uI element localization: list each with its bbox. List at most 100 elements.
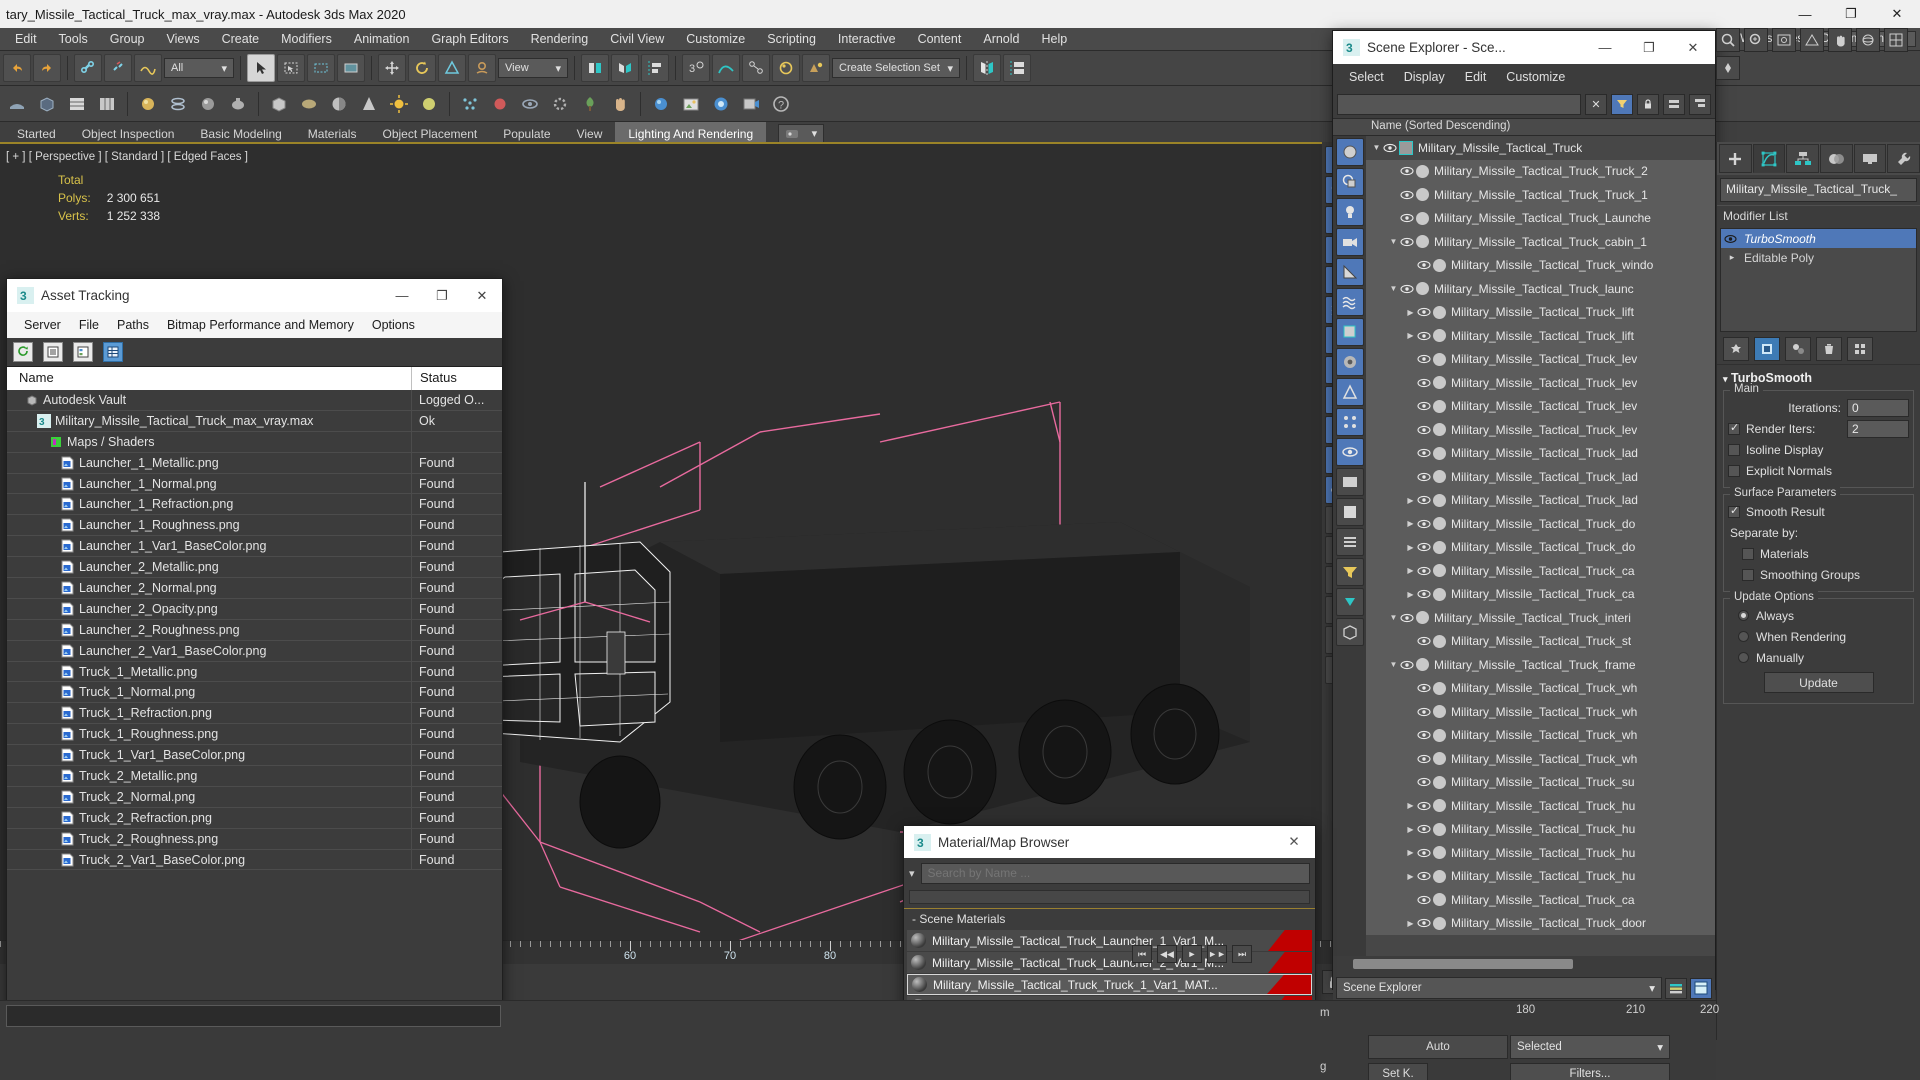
auto-key-button[interactable]: Auto <box>1368 1035 1508 1059</box>
zoom-all-icon[interactable] <box>1744 28 1768 52</box>
object-color-swatch[interactable] <box>1433 352 1446 366</box>
unlink-selection-icon[interactable] <box>104 54 132 82</box>
materials-row[interactable]: Materials <box>1728 543 1909 564</box>
undo-icon[interactable] <box>3 54 31 82</box>
se-filter-groups-icon[interactable] <box>1335 378 1364 406</box>
remove-modifier-icon[interactable] <box>1816 336 1842 361</box>
select-and-rotate-icon[interactable] <box>408 54 436 82</box>
eye-icon[interactable] <box>1417 425 1433 435</box>
list-item[interactable]: ▶ Military_Missile_Tactical_Truck_hu <box>1366 817 1715 841</box>
chevron-down-icon[interactable]: ▼ <box>1387 284 1400 293</box>
eye-icon[interactable] <box>1417 401 1433 411</box>
object-color-swatch[interactable] <box>1416 164 1429 178</box>
object-color-swatch[interactable] <box>1433 869 1446 883</box>
at-menu-bitmap-performance[interactable]: Bitmap Performance and Memory <box>158 318 363 332</box>
table-row[interactable]: Launcher_1_Var1_BaseColor.png Found <box>7 536 502 558</box>
object-color-swatch[interactable] <box>1433 705 1446 719</box>
light-icon[interactable] <box>385 90 413 118</box>
go-to-start-icon[interactable]: ⏮ <box>1132 945 1152 963</box>
table-row[interactable]: Truck_1_Metallic.png Found <box>7 661 502 683</box>
list-item[interactable]: ▶ Military_Missile_Tactical_Truck_lad <box>1366 488 1715 512</box>
list-item[interactable]: ▼ Military_Missile_Tactical_Truck <box>1366 136 1715 160</box>
table-row[interactable]: Launcher_1_Refraction.png Found <box>7 494 502 516</box>
select-and-move-icon[interactable] <box>378 54 406 82</box>
scene-explorer-toggle-icon[interactable] <box>1690 977 1712 999</box>
update-button[interactable]: Update <box>1763 672 1874 693</box>
hand-tool-icon[interactable] <box>606 90 634 118</box>
eye-icon[interactable] <box>1400 190 1416 200</box>
bind-to-space-warp-icon[interactable] <box>134 54 162 82</box>
chevron-right-icon[interactable]: ▶ <box>1404 848 1417 857</box>
scene-explorer-maximize-button[interactable]: ❐ <box>1627 31 1671 64</box>
table-row[interactable]: Launcher_2_Opacity.png Found <box>7 598 502 620</box>
object-color-swatch[interactable] <box>1433 329 1446 343</box>
menu-item-tools[interactable]: Tools <box>48 28 99 50</box>
helix-icon[interactable] <box>164 90 192 118</box>
update-when-rendering-radio[interactable] <box>1738 631 1749 642</box>
menu-item-arnold[interactable]: Arnold <box>972 28 1030 50</box>
list-item[interactable]: Military_Missile_Tactical_Truck_lev <box>1366 347 1715 371</box>
particles-icon[interactable] <box>456 90 484 118</box>
orbit-icon[interactable] <box>1856 28 1880 52</box>
list-item[interactable]: ▶ Military_Missile_Tactical_Truck_lift <box>1366 300 1715 324</box>
list-item[interactable]: ▼ Military_Missile_Tactical_Truck_cabin_1 <box>1366 230 1715 254</box>
gears-icon[interactable] <box>546 90 574 118</box>
object-color-swatch[interactable] <box>1433 587 1446 601</box>
list-item[interactable]: Military_Missile_Tactical_Truck_Truck_1 <box>1366 183 1715 207</box>
list-item[interactable]: ▶ Military_Missile_Tactical_Truck_do <box>1366 535 1715 559</box>
table-row[interactable]: Truck_2_Refraction.png Found <box>7 807 502 829</box>
se-filter-visibility-icon[interactable] <box>1335 438 1364 466</box>
chevron-right-icon[interactable]: ▶ <box>1404 566 1417 575</box>
menu-item-modifiers[interactable]: Modifiers <box>270 28 343 50</box>
window-crossing-toggle-icon[interactable] <box>337 54 365 82</box>
chevron-down-icon[interactable]: ▼ <box>1370 143 1383 152</box>
list-item[interactable]: Military_Missile_Tactical_Truck_wh <box>1366 676 1715 700</box>
render-production-icon[interactable] <box>737 90 765 118</box>
se-display-square-icon[interactable] <box>1335 498 1364 526</box>
eye-icon[interactable] <box>1417 307 1433 317</box>
material-search-input[interactable] <box>920 862 1310 884</box>
expand-all-icon[interactable] <box>1663 93 1685 115</box>
scene-explorer-search-input[interactable] <box>1337 93 1581 115</box>
zoom-icon[interactable] <box>1716 28 1740 52</box>
previous-frame-icon[interactable]: ◀◀ <box>1157 945 1177 963</box>
list-item[interactable]: Military_Missile_Tactical_Truck_wh <box>1366 747 1715 771</box>
se-container-icon[interactable] <box>1335 618 1364 646</box>
ribbon-extra-combo[interactable]: ▾ <box>778 123 825 144</box>
update-when-rendering-row[interactable]: When Rendering <box>1728 626 1909 647</box>
se-filter-bones-icon[interactable] <box>1335 348 1364 376</box>
create-geometry-icon[interactable] <box>3 90 31 118</box>
se-filter-particles-icon[interactable] <box>1335 408 1364 436</box>
create-selection-set-combo[interactable]: Create Selection Set ▾ <box>832 58 960 78</box>
list-item[interactable]: ▶ Military_Missile_Tactical_Truck_hu <box>1366 794 1715 818</box>
configure-modifier-sets-icon[interactable] <box>1847 336 1873 361</box>
table-row[interactable]: Maps / Shaders <box>7 431 502 453</box>
object-color-swatch[interactable] <box>1433 799 1446 813</box>
paint-sphere-icon[interactable] <box>134 90 162 118</box>
selection-filter-combo[interactable]: All ▾ <box>164 58 234 78</box>
eye-icon[interactable] <box>1400 237 1416 247</box>
collapse-all-icon[interactable] <box>1689 93 1711 115</box>
layers-stack-icon[interactable] <box>1665 977 1687 999</box>
se-menu-display[interactable]: Display <box>1394 70 1455 84</box>
mirror-icon[interactable] <box>611 54 639 82</box>
smooth-result-row[interactable]: Smooth Result <box>1728 501 1909 522</box>
list-item[interactable]: ▶ Military_Missile_Tactical_Truck_ca <box>1366 582 1715 606</box>
eye-icon[interactable] <box>1417 636 1433 646</box>
menu-item-civil-view[interactable]: Civil View <box>599 28 675 50</box>
menu-item-edit[interactable]: Edit <box>4 28 48 50</box>
select-object-icon[interactable] <box>247 54 275 82</box>
eye-icon[interactable] <box>1417 260 1433 270</box>
scene-explorer-minimize-button[interactable]: — <box>1583 31 1627 64</box>
scene-explorer-scroll-thumb[interactable] <box>1353 959 1573 969</box>
se-filter-cameras-icon[interactable] <box>1335 228 1364 256</box>
eye-icon[interactable] <box>1400 166 1416 176</box>
reference-coordinate-system-combo[interactable]: View ▾ <box>498 58 568 78</box>
object-color-swatch[interactable] <box>1433 728 1446 742</box>
list-item[interactable]: Military_Missile_Tactical_Truck_Launche <box>1366 206 1715 230</box>
at-menu-server[interactable]: Server <box>15 318 70 332</box>
redo-icon[interactable] <box>33 54 61 82</box>
grid-view-icon[interactable] <box>103 342 123 362</box>
list-item[interactable]: Military_Missile_Tactical_Truck_su <box>1366 770 1715 794</box>
list-item[interactable]: Military_Missile_Tactical_Truck_lad <box>1366 441 1715 465</box>
